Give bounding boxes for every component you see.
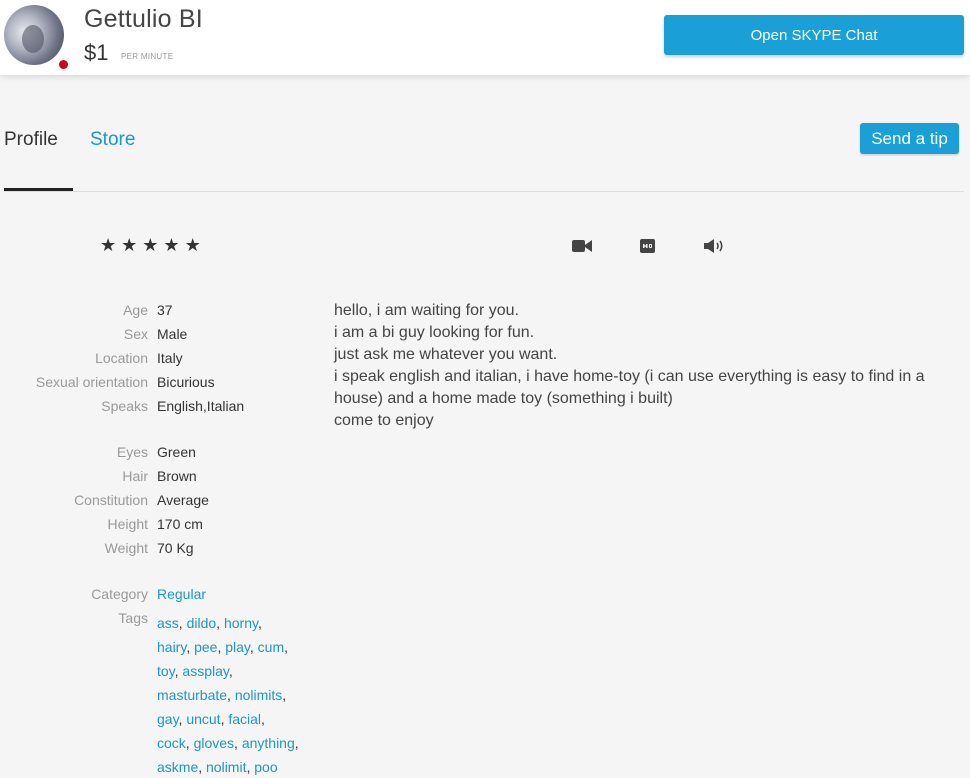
detail-label: Location [95,350,148,366]
detail-value: English,Italian [157,398,245,414]
detail-value: 70 Kg [157,540,194,556]
tag-separator: , [186,639,195,655]
price-unit: PER MINUTE [121,52,174,61]
detail-value: Brown [157,468,197,484]
video-camera-icon [572,240,592,252]
tag-separator: , [234,735,242,751]
tag-separator: , [249,639,258,655]
profile-tabs: Profile Store [4,120,964,192]
profile-header: Gettulio BI $1 PER MINUTE Open SKYPE Cha… [0,0,970,75]
tag-list: ass, dildo, horny, hairy, pee, play, cum… [157,611,317,778]
tag-link[interactable]: facial [228,711,261,727]
detail-label: Category [91,586,148,602]
performer-name: Gettulio BI [84,5,203,33]
detail-value: Average [157,492,209,508]
detail-label: Tags [118,610,148,626]
detail-label: Constitution [74,492,148,508]
tag-separator: , [178,615,187,631]
tag-separator: , [294,735,299,751]
detail-row-age: Age 37 [0,302,320,326]
tag-link[interactable]: hairy [157,639,186,655]
tag-separator: , [185,735,194,751]
tabs-divider [4,191,964,192]
detail-row-weight: Weight 70 Kg [0,540,320,564]
bio-line: hello, i am waiting for you. [334,302,519,319]
tag-link[interactable]: gay [157,711,179,727]
star-icon: ★ [184,235,201,255]
detail-label: Sexual orientation [35,374,148,390]
tag-link[interactable]: pee [194,639,217,655]
detail-row-hair: Hair Brown [0,468,320,492]
tag-link[interactable]: cock [157,735,186,751]
detail-row-sex: Sex Male [0,326,320,350]
tag-link[interactable]: ass [157,615,179,631]
tag-link[interactable]: assplay [182,663,228,679]
tag-link[interactable]: poo [254,759,277,775]
detail-row-location: Location Italy [0,350,320,374]
tag-link[interactable]: askme [157,759,198,775]
tab-store[interactable]: Store [90,129,135,151]
detail-label: Speaks [101,398,148,414]
tag-separator: , [284,639,289,655]
tag-link[interactable]: horny [224,615,258,631]
detail-value: Male [157,326,188,342]
star-icon: ★ [121,235,138,255]
detail-row-height: Height 170 cm [0,516,320,540]
speaker-icon [704,239,723,253]
tag-link[interactable]: cum [258,639,284,655]
detail-label: Sex [123,326,148,342]
tag-separator: , [261,711,265,727]
tag-separator: , [198,759,207,775]
bio-text: hello, i am waiting for you. i am a bi gu… [334,300,970,432]
detail-value: Bicurious [157,374,215,390]
tag-link[interactable]: anything [242,735,295,751]
bio-line: come to enjoy [334,412,434,429]
detail-label: Eyes [116,444,148,460]
detail-value: 170 cm [157,516,203,532]
detail-label: Age [123,302,148,318]
tab-profile[interactable]: Profile [4,129,58,151]
detail-value: Italy [157,350,183,366]
detail-label: Weight [104,540,148,556]
tag-link[interactable]: masturbate [157,687,227,703]
tag-link[interactable]: nolimits [235,687,282,703]
detail-value: Green [157,444,196,460]
detail-row-category: Category Regular [0,586,320,610]
tag-separator: , [228,663,233,679]
detail-row-speaks: Speaks English,Italian [0,398,320,422]
send-tip-button[interactable]: Send a tip [860,123,959,154]
detail-label: Hair [122,468,148,484]
hd-icon [640,239,655,253]
tag-separator: , [227,687,235,703]
tag-link[interactable]: nolimit [206,759,246,775]
tag-separator: , [282,687,287,703]
rating-stars: ★ ★ ★ ★ ★ [100,235,201,255]
bio-line: i speak english and italian, i have home… [334,368,925,407]
star-icon: ★ [163,235,180,255]
star-icon: ★ [100,235,117,255]
tag-link[interactable]: uncut [186,711,220,727]
tag-link[interactable]: toy [157,663,175,679]
detail-row-orientation: Sexual orientation Bicurious [0,374,320,398]
detail-label: Height [107,516,148,532]
tag-separator: , [216,615,224,631]
open-skype-chat-button[interactable]: Open SKYPE Chat [664,15,964,55]
tag-link[interactable]: gloves [194,735,234,751]
detail-row-eyes: Eyes Green [0,444,320,468]
price: $1 [84,40,109,65]
tag-link[interactable]: dildo [187,615,217,631]
status-indicator [58,59,69,70]
detail-value: 37 [157,302,173,318]
avatar[interactable] [4,5,64,65]
detail-row-constitution: Constitution Average [0,492,320,516]
star-icon: ★ [142,235,159,255]
tag-link[interactable]: play [225,639,250,655]
tag-separator: , [257,615,262,631]
category-link[interactable]: Regular [157,586,206,602]
bio-line: just ask me whatever you want. [334,346,558,363]
bio-line: i am a bi guy looking for fun. [334,324,535,341]
